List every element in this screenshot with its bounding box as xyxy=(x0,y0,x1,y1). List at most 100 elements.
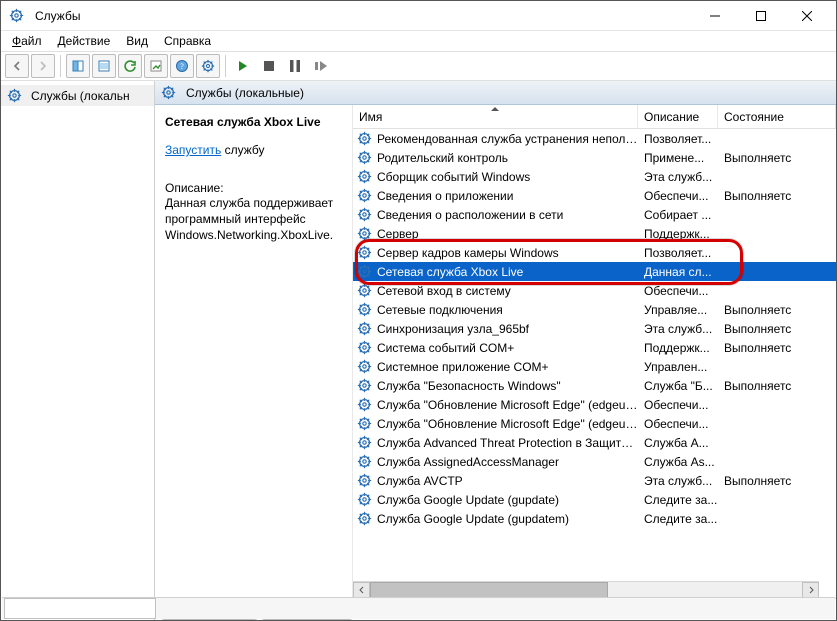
gear-icon xyxy=(357,283,372,298)
toolbar-detail-button[interactable] xyxy=(66,54,90,78)
gear-icon xyxy=(357,378,372,393)
toolbar-properties-button[interactable] xyxy=(92,54,116,78)
toolbar-stop-button[interactable] xyxy=(257,54,281,78)
hscroll-right-button[interactable] xyxy=(802,582,819,598)
service-desc: Обеспечи... xyxy=(638,398,718,412)
detail-desc-label: Описание: xyxy=(165,181,344,195)
col-header-name[interactable]: Имя xyxy=(353,105,638,128)
gear-icon xyxy=(357,188,372,203)
service-row[interactable]: Служба Google Update (gupdate) Следите за… xyxy=(353,490,836,509)
service-row[interactable]: Служба Google Update (gupdatem)Следите з… xyxy=(353,509,836,528)
col-header-desc[interactable]: Описание xyxy=(638,105,718,128)
start-service-link[interactable]: Запустить xyxy=(165,143,221,157)
toolbar-separator xyxy=(60,55,61,77)
service-name: Служба AVCTP xyxy=(377,474,463,488)
svg-text:?: ? xyxy=(180,62,184,71)
service-state: Выполняетс xyxy=(718,151,836,165)
toolbar-gear-button[interactable] xyxy=(196,54,220,78)
toolbar-refresh-button[interactable] xyxy=(118,54,142,78)
service-row[interactable]: Сетевые подключенияУправляе...Выполняетс xyxy=(353,300,836,319)
gear-icon xyxy=(357,454,372,469)
horizontal-scrollbar[interactable] xyxy=(353,581,819,598)
service-row[interactable]: Сборщик событий WindowsЭта служб... xyxy=(353,167,836,186)
menu-action[interactable]: Действие xyxy=(51,33,118,49)
service-name: Система событий COM+ xyxy=(377,341,514,355)
service-row[interactable]: Служба Advanced Threat Protection в Защи… xyxy=(353,433,836,452)
gear-icon xyxy=(357,359,372,374)
gear-icon xyxy=(357,435,372,450)
hscroll-thumb[interactable] xyxy=(370,582,608,598)
tree-item-services-local[interactable]: Службы (локальн xyxy=(1,85,154,106)
detail-desc-text: Данная служба поддерживает программный и… xyxy=(165,195,344,244)
tree-item-label: Службы (локальн xyxy=(31,89,130,103)
gear-icon xyxy=(357,226,372,241)
service-row[interactable]: Рекомендованная служба устранения непола… xyxy=(353,129,836,148)
list-header: Имя Описание Состояние xyxy=(353,105,836,129)
service-state: Выполняетс xyxy=(718,189,836,203)
service-row[interactable]: Сервер кадров камеры WindowsПозволяет... xyxy=(353,243,836,262)
gear-icon xyxy=(357,416,372,431)
service-name: Служба "Обновление Microsoft Edge" (edge… xyxy=(377,417,638,431)
menu-file[interactable]: Файл xyxy=(5,33,49,49)
service-desc: Служба A... xyxy=(638,436,718,450)
menubar: Файл Действие Вид Справка xyxy=(1,31,836,51)
service-desc: Эта служб... xyxy=(638,474,718,488)
service-row[interactable]: Сетевая служба Xbox LiveДанная сл... xyxy=(353,262,836,281)
hscroll-left-button[interactable] xyxy=(353,582,370,598)
service-row[interactable]: Служба "Обновление Microsoft Edge" (edge… xyxy=(353,395,836,414)
toolbar-restart-button[interactable] xyxy=(309,54,333,78)
gear-icon xyxy=(357,207,372,222)
service-desc: Данная сл... xyxy=(638,265,718,279)
service-row[interactable]: Служба "Обновление Microsoft Edge" (edge… xyxy=(353,414,836,433)
service-desc: Следите за... xyxy=(638,512,718,526)
service-row[interactable]: Сведения о расположении в сетиСобирает .… xyxy=(353,205,836,224)
service-desc: Управляе... xyxy=(638,303,718,317)
gear-icon xyxy=(357,397,372,412)
sort-ascending-icon xyxy=(491,107,499,111)
service-desc: Следите за... xyxy=(638,493,718,507)
toolbar-pause-button[interactable] xyxy=(283,54,307,78)
service-row[interactable]: Синхронизация узла_965bfЭта служб...Выпо… xyxy=(353,319,836,338)
maximize-button[interactable] xyxy=(738,1,784,31)
status-cell xyxy=(4,598,156,619)
service-state: Выполняетс xyxy=(718,341,836,355)
service-row[interactable]: Системное приложение COM+Управлен... xyxy=(353,357,836,376)
service-name: Сборщик событий Windows xyxy=(377,170,530,184)
service-row[interactable]: Родительский контрольПримене...Выполняет… xyxy=(353,148,836,167)
service-name: Рекомендованная служба устранения непола… xyxy=(377,132,638,146)
service-name: Родительский контроль xyxy=(377,151,508,165)
service-desc: Позволяет... xyxy=(638,246,718,260)
service-desc: Поддержк... xyxy=(638,341,718,355)
close-button[interactable] xyxy=(784,1,830,31)
toolbar-export-button[interactable] xyxy=(144,54,168,78)
toolbar-start-button[interactable] xyxy=(231,54,255,78)
detail-panel: Сетевая служба Xbox Live Запустить служб… xyxy=(155,105,353,598)
gear-icon xyxy=(357,321,372,336)
service-name: Служба Advanced Threat Protection в Защи… xyxy=(377,436,638,450)
window-title: Службы xyxy=(35,9,80,23)
service-name: Служба AssignedAccessManager xyxy=(377,455,559,469)
service-row[interactable]: СерверПоддержк... xyxy=(353,224,836,243)
toolbar-help-button[interactable]: ? xyxy=(170,54,194,78)
service-row[interactable]: Служба "Безопасность Windows"Служба "Б..… xyxy=(353,376,836,395)
services-list: Имя Описание Состояние Рекомендованная с… xyxy=(353,105,836,598)
service-row[interactable]: Система событий COM+ Поддержк...Выполняет… xyxy=(353,338,836,357)
service-row[interactable]: Сетевой вход в системуОбеспечи... xyxy=(353,281,836,300)
app-icon xyxy=(9,8,29,23)
service-row[interactable]: Служба AssignedAccessManagerСлужба As... xyxy=(353,452,836,471)
service-row[interactable]: Сведения о приложенииОбеспечи...Выполняе… xyxy=(353,186,836,205)
menu-help[interactable]: Справка xyxy=(157,33,218,49)
service-name: Служба "Безопасность Windows" xyxy=(377,379,561,393)
service-row[interactable]: Служба AVCTPЭта служб...Выполняетс xyxy=(353,471,836,490)
minimize-button[interactable] xyxy=(692,1,738,31)
statusbar xyxy=(2,597,835,619)
menu-view[interactable]: Вид xyxy=(119,33,155,49)
service-name: Служба Google Update (gupdate) xyxy=(377,493,559,507)
toolbar-back-button[interactable] xyxy=(5,54,29,78)
gear-icon xyxy=(357,492,372,507)
toolbar-forward-button[interactable] xyxy=(31,54,55,78)
gear-icon xyxy=(357,245,372,260)
service-name: Сервер xyxy=(377,227,419,241)
gear-icon xyxy=(357,169,372,184)
col-header-state[interactable]: Состояние xyxy=(718,105,836,128)
